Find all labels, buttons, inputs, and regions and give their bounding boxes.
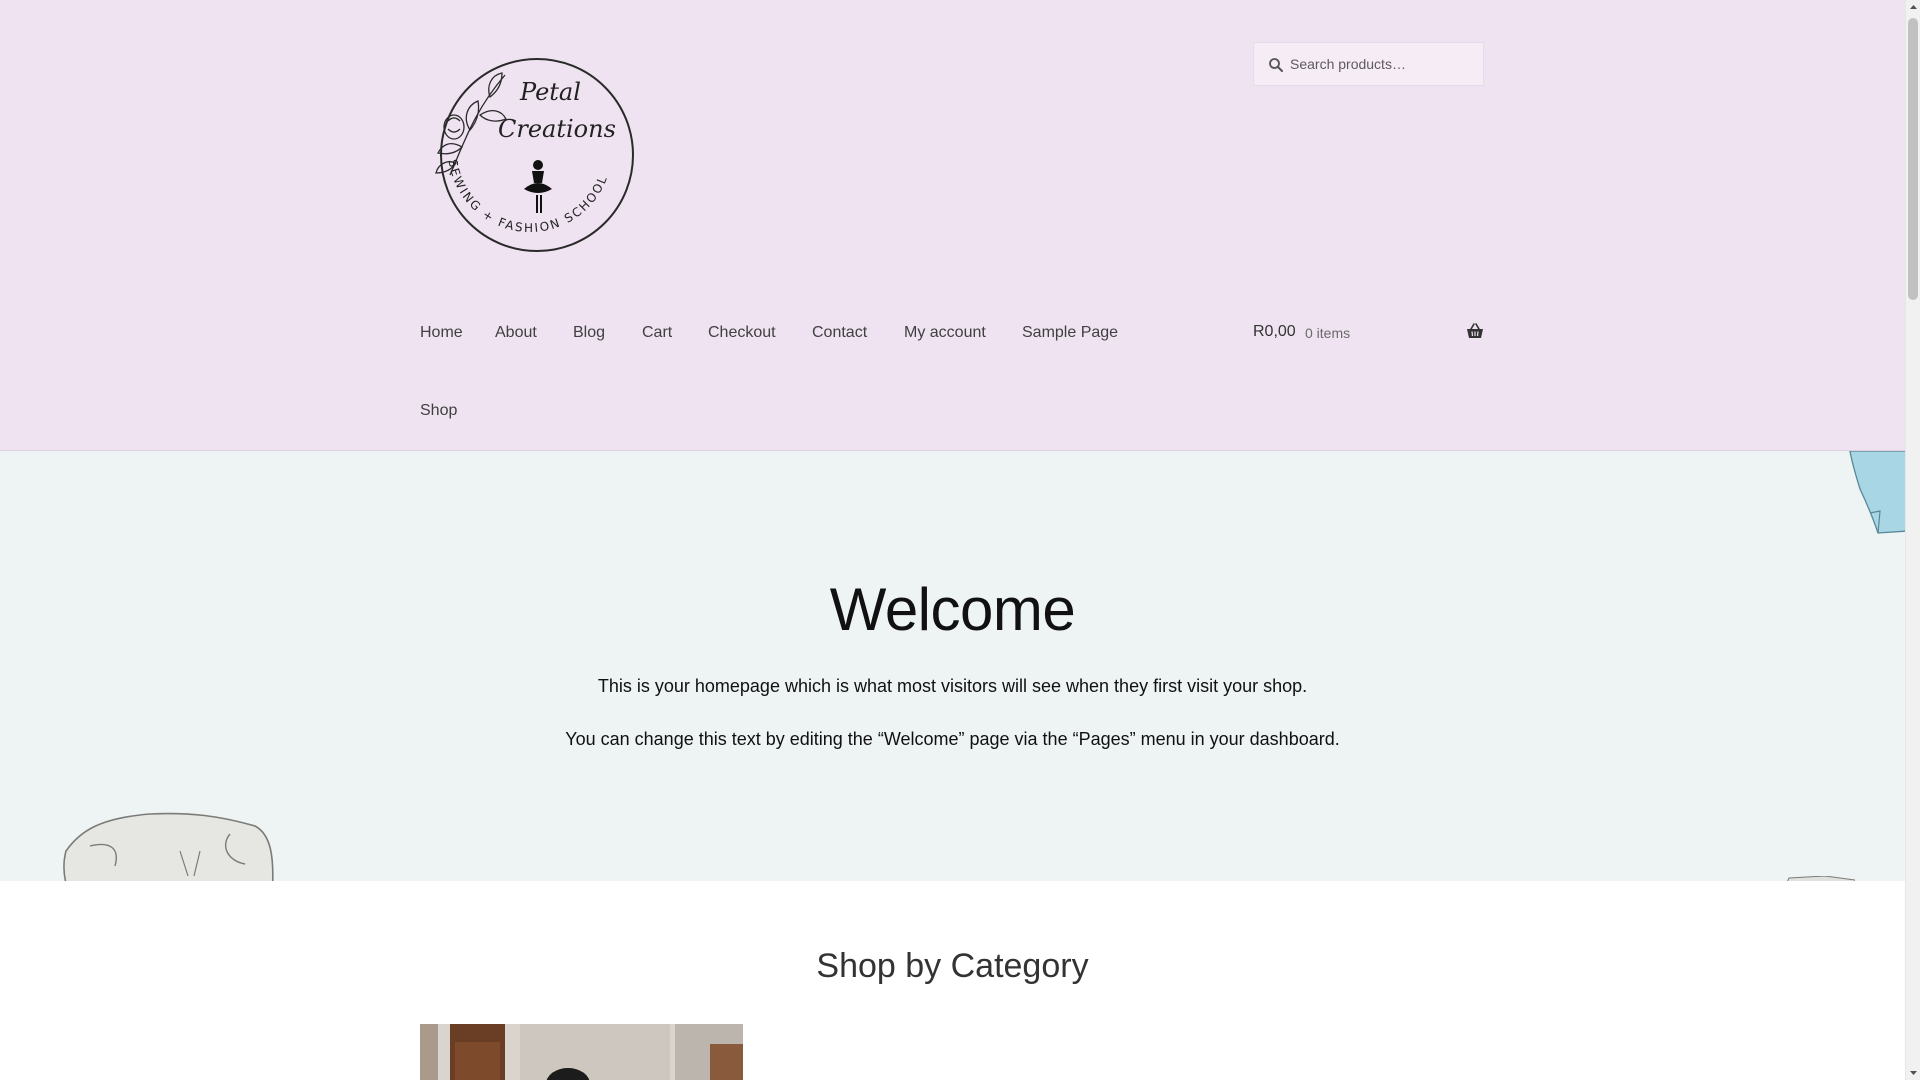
scrollbar-thumb[interactable] [1908,18,1918,300]
nav-item-checkout[interactable]: Checkout [708,324,776,342]
page-title: Welcome [829,576,1076,643]
welcome-text-2: You can change this text by editing the … [565,729,1340,749]
category-image [420,1024,743,1080]
nav-item-sample-page[interactable]: Sample Page [1022,324,1118,342]
site-header: Petal Creations SEWING + FASHION SCHOOL … [0,0,1905,451]
scroll-down-arrow-icon[interactable] [1906,1065,1920,1080]
category-card[interactable] [420,1024,743,1080]
product-search [1253,42,1484,86]
basket-icon [1467,323,1483,338]
nav-item-contact[interactable]: Contact [812,324,867,342]
header-cart[interactable]: R0,00 0 items [1253,320,1484,344]
cart-item-count: 0 items [1305,325,1351,341]
logo-script-line1: Petal [519,78,581,106]
cart-amount: R0,00 [1253,323,1296,340]
scroll-up-arrow-icon[interactable] [1906,0,1920,15]
nav-item-about[interactable]: About [495,324,537,342]
hoodie-illustration [63,812,274,881]
shirt-sleeve-illustration [1849,451,1905,534]
search-input[interactable] [1254,43,1483,85]
nav-item-my-account[interactable]: My account [904,324,986,342]
logo-script-line2: Creations [498,115,616,143]
site-logo-link[interactable]: Petal Creations SEWING + FASHION SCHOOL [420,55,640,255]
welcome-hero: Welcome This is your homepage which is w… [0,451,1905,881]
nav-item-home[interactable]: Home [420,324,463,342]
logo-image: Petal Creations SEWING + FASHION SCHOOL [435,58,634,252]
nav-item-blog[interactable]: Blog [573,324,605,342]
welcome-text-1: This is your homepage which is what most… [597,676,1308,696]
garment-edge-illustration [1786,876,1855,881]
nav-item-shop[interactable]: Shop [420,402,457,420]
nav-item-cart[interactable]: Cart [642,324,672,342]
page-scrollbar[interactable] [1905,0,1920,1080]
shop-by-category-title: Shop by Category [816,947,1089,985]
page: Petal Creations SEWING + FASHION SCHOOL … [0,0,1905,1080]
